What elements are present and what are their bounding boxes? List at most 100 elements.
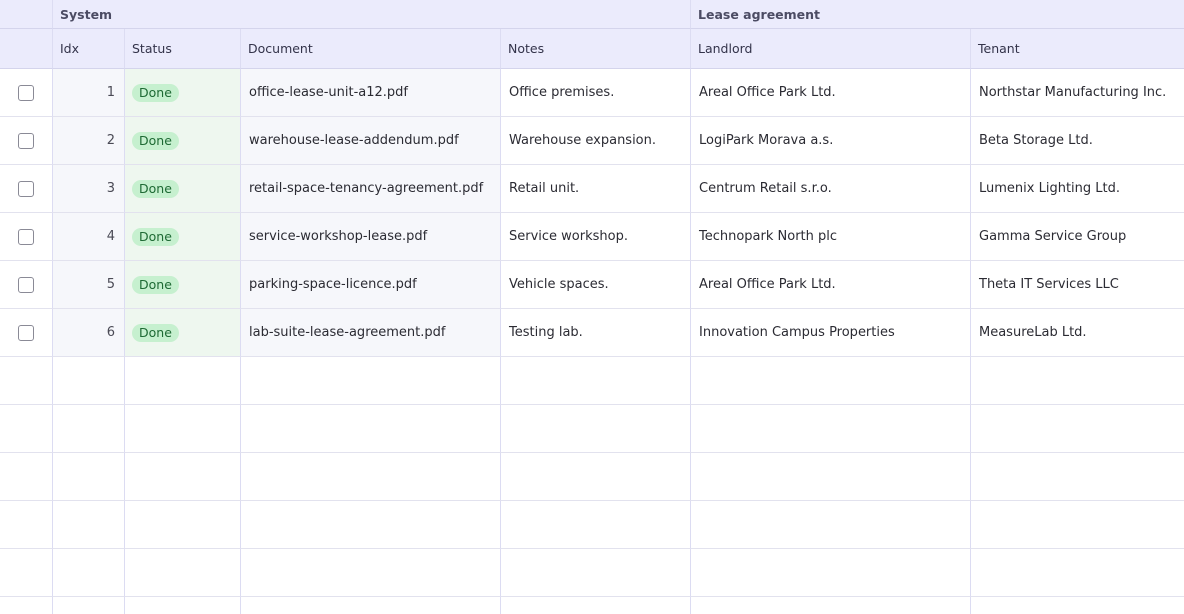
empty-cell[interactable]	[241, 549, 501, 597]
empty-cell[interactable]	[691, 597, 971, 614]
cell-notes[interactable]: Vehicle spaces.	[501, 261, 691, 309]
table-row[interactable]: 5 Done parking-space-licence.pdf Vehicle…	[0, 261, 1184, 309]
empty-cell[interactable]	[241, 357, 501, 405]
empty-cell[interactable]	[691, 501, 971, 549]
cell-landlord[interactable]: Innovation Campus Properties	[691, 309, 971, 357]
cell-landlord[interactable]: Centrum Retail s.r.o.	[691, 165, 971, 213]
row-checkbox[interactable]	[18, 228, 34, 245]
empty-cell[interactable]	[0, 405, 53, 453]
empty-row[interactable]	[0, 405, 1184, 453]
cell-notes[interactable]: Warehouse expansion.	[501, 117, 691, 165]
cell-tenant[interactable]: Beta Storage Ltd.	[971, 117, 1184, 165]
empty-cell[interactable]	[53, 453, 125, 501]
cell-document[interactable]: office-lease-unit-a12.pdf	[241, 69, 501, 117]
cell-idx[interactable]: 2	[53, 117, 125, 165]
empty-cell[interactable]	[501, 357, 691, 405]
empty-cell[interactable]	[53, 501, 125, 549]
cell-document[interactable]: retail-space-tenancy-agreement.pdf	[241, 165, 501, 213]
empty-cell[interactable]	[125, 453, 241, 501]
column-header-tenant[interactable]: Tenant	[971, 29, 1184, 69]
row-checkbox[interactable]	[18, 132, 34, 149]
empty-cell[interactable]	[501, 597, 691, 614]
row-checkbox[interactable]	[18, 84, 34, 101]
empty-cell[interactable]	[125, 405, 241, 453]
cell-status[interactable]: Done	[125, 261, 241, 309]
row-checkbox[interactable]	[18, 324, 34, 341]
cell-notes[interactable]: Office premises.	[501, 69, 691, 117]
cell-landlord[interactable]: LogiPark Morava a.s.	[691, 117, 971, 165]
cell-landlord[interactable]: Areal Office Park Ltd.	[691, 261, 971, 309]
table-row[interactable]: 2 Done warehouse-lease-addendum.pdf Ware…	[0, 117, 1184, 165]
cell-status[interactable]: Done	[125, 117, 241, 165]
column-header-landlord[interactable]: Landlord	[691, 29, 971, 69]
empty-cell[interactable]	[125, 597, 241, 614]
cell-document[interactable]: parking-space-licence.pdf	[241, 261, 501, 309]
cell-status[interactable]: Done	[125, 69, 241, 117]
empty-cell[interactable]	[53, 597, 125, 614]
empty-cell[interactable]	[0, 549, 53, 597]
cell-idx[interactable]: 1	[53, 69, 125, 117]
cell-notes[interactable]: Testing lab.	[501, 309, 691, 357]
cell-document[interactable]: lab-suite-lease-agreement.pdf	[241, 309, 501, 357]
empty-cell[interactable]	[691, 405, 971, 453]
cell-landlord[interactable]: Technopark North plc	[691, 213, 971, 261]
group-lease-agreement[interactable]: Lease agreement	[691, 0, 1184, 29]
row-checkbox[interactable]	[18, 276, 34, 293]
cell-idx[interactable]: 6	[53, 309, 125, 357]
column-header-status[interactable]: Status	[125, 29, 241, 69]
table-row[interactable]: 3 Done retail-space-tenancy-agreement.pd…	[0, 165, 1184, 213]
empty-cell[interactable]	[0, 501, 53, 549]
cell-document[interactable]: warehouse-lease-addendum.pdf	[241, 117, 501, 165]
empty-cell[interactable]	[501, 549, 691, 597]
empty-cell[interactable]	[125, 501, 241, 549]
empty-cell[interactable]	[691, 549, 971, 597]
empty-cell[interactable]	[971, 405, 1184, 453]
cell-document[interactable]: service-workshop-lease.pdf	[241, 213, 501, 261]
empty-cell[interactable]	[971, 549, 1184, 597]
cell-status[interactable]: Done	[125, 213, 241, 261]
cell-landlord[interactable]: Areal Office Park Ltd.	[691, 69, 971, 117]
empty-row[interactable]	[0, 357, 1184, 405]
cell-tenant[interactable]: Gamma Service Group	[971, 213, 1184, 261]
column-header-document[interactable]: Document	[241, 29, 501, 69]
empty-cell[interactable]	[241, 501, 501, 549]
cell-tenant[interactable]: Theta IT Services LLC	[971, 261, 1184, 309]
table-row[interactable]: 4 Done service-workshop-lease.pdf Servic…	[0, 213, 1184, 261]
empty-cell[interactable]	[241, 597, 501, 614]
cell-idx[interactable]: 3	[53, 165, 125, 213]
empty-cell[interactable]	[53, 357, 125, 405]
empty-cell[interactable]	[691, 453, 971, 501]
empty-cell[interactable]	[125, 549, 241, 597]
empty-cell[interactable]	[53, 405, 125, 453]
empty-cell[interactable]	[0, 357, 53, 405]
empty-cell[interactable]	[53, 549, 125, 597]
column-header-notes[interactable]: Notes	[501, 29, 691, 69]
empty-cell[interactable]	[0, 453, 53, 501]
cell-notes[interactable]: Service workshop.	[501, 213, 691, 261]
empty-row[interactable]	[0, 597, 1184, 614]
row-checkbox[interactable]	[18, 180, 34, 197]
table-row[interactable]: 6 Done lab-suite-lease-agreement.pdf Tes…	[0, 309, 1184, 357]
empty-row[interactable]	[0, 501, 1184, 549]
empty-cell[interactable]	[971, 597, 1184, 614]
empty-cell[interactable]	[971, 453, 1184, 501]
cell-tenant[interactable]: MeasureLab Ltd.	[971, 309, 1184, 357]
empty-cell[interactable]	[501, 501, 691, 549]
cell-idx[interactable]: 5	[53, 261, 125, 309]
empty-row[interactable]	[0, 549, 1184, 597]
cell-notes[interactable]: Retail unit.	[501, 165, 691, 213]
cell-tenant[interactable]: Northstar Manufacturing Inc.	[971, 69, 1184, 117]
empty-cell[interactable]	[501, 453, 691, 501]
empty-cell[interactable]	[501, 405, 691, 453]
empty-cell[interactable]	[971, 357, 1184, 405]
cell-idx[interactable]: 4	[53, 213, 125, 261]
empty-row[interactable]	[0, 453, 1184, 501]
empty-cell[interactable]	[691, 357, 971, 405]
empty-cell[interactable]	[125, 357, 241, 405]
group-system[interactable]: System	[53, 0, 691, 29]
empty-cell[interactable]	[971, 501, 1184, 549]
cell-status[interactable]: Done	[125, 165, 241, 213]
cell-tenant[interactable]: Lumenix Lighting Ltd.	[971, 165, 1184, 213]
cell-status[interactable]: Done	[125, 309, 241, 357]
table-row[interactable]: 1 Done office-lease-unit-a12.pdf Office …	[0, 69, 1184, 117]
